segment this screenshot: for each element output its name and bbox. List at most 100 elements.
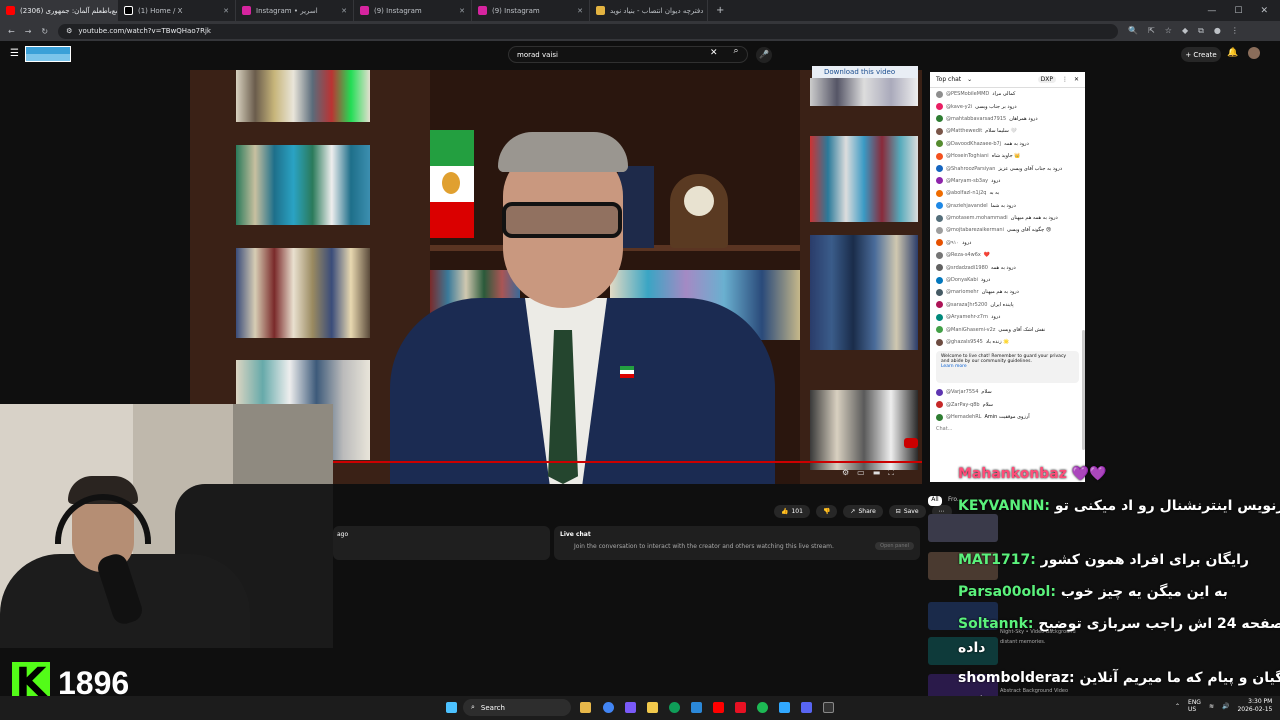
url-field[interactable]: ⚙ youtube.com/watch?v=TBwQHao7Rjk — [58, 23, 1119, 39]
chat-username[interactable]: @mariomehr — [946, 289, 979, 295]
notifications-bell-icon[interactable]: 🔔 — [1227, 48, 1238, 58]
install-icon[interactable]: ⇱ — [1148, 26, 1155, 36]
store-icon[interactable] — [691, 702, 702, 713]
chat-avatar[interactable] — [936, 301, 943, 309]
like-button[interactable]: 👍 101 — [774, 505, 810, 518]
theater-icon[interactable]: ▬ — [873, 468, 881, 478]
filter-all-chip[interactable]: All — [928, 496, 942, 506]
chat-avatar[interactable] — [936, 165, 943, 173]
zoom-icon[interactable]: 🔍 — [1128, 26, 1138, 36]
fullscreen-icon[interactable]: ⛶ — [888, 468, 894, 478]
close-window-icon[interactable]: ✕ — [1260, 6, 1268, 16]
tab-instagram-2[interactable]: (9) Instagram ✕ — [354, 0, 472, 21]
chat-avatar[interactable] — [936, 313, 943, 321]
maximize-icon[interactable]: ☐ — [1234, 6, 1242, 16]
youtube-app-icon[interactable] — [713, 702, 724, 713]
chat-username[interactable]: @Aryamehr-z7rn — [946, 314, 988, 320]
menu-icon[interactable]: ⋮ — [1231, 26, 1239, 36]
chat-username[interactable]: @srdadzadi1980 — [946, 265, 988, 271]
chat-username[interactable]: @mojtabarezaikermani — [946, 227, 1004, 233]
chat-username[interactable]: @motasem.mohammadi — [946, 215, 1008, 221]
tray-chevron-icon[interactable]: ⌃ — [1175, 703, 1180, 710]
download-video-banner[interactable]: Download this video — [812, 66, 918, 78]
recommended-thumb[interactable] — [928, 514, 998, 542]
recommended-title[interactable]: distant memories. — [1000, 639, 1046, 645]
chat-username[interactable]: @۹۱۰ — [946, 240, 959, 246]
chat-avatar[interactable] — [936, 388, 943, 396]
chat-username[interactable]: @Matthewedit — [946, 128, 982, 134]
taskbar-search[interactable]: ⌕ Search — [463, 699, 571, 716]
microphone-icon[interactable]: 🎤 — [756, 47, 772, 63]
chat-avatar[interactable] — [936, 264, 943, 272]
close-tab-icon[interactable]: ✕ — [223, 7, 229, 15]
create-button[interactable]: + Create — [1181, 47, 1221, 62]
terminal-icon[interactable] — [823, 702, 834, 713]
recommended-title[interactable]: Abstract Background Video — [1000, 688, 1068, 694]
extensions-puzzle-icon[interactable]: ⧉ — [1198, 26, 1204, 36]
avatar[interactable] — [1248, 47, 1260, 59]
minimize-icon[interactable]: — — [1207, 6, 1216, 16]
dislike-button[interactable]: 👎 — [815, 505, 838, 518]
tab-instagram-3[interactable]: (9) Instagram ✕ — [472, 0, 590, 21]
spotify-icon[interactable] — [757, 702, 768, 713]
top-chat-dropdown[interactable]: Top chat — [936, 76, 961, 83]
chat-username[interactable]: @ShahroozParsiyan — [946, 166, 995, 172]
search-icon[interactable]: ⌕ — [728, 46, 744, 63]
close-tab-icon[interactable]: ✕ — [577, 7, 583, 15]
chat-username[interactable]: @saraza[hr5200 — [946, 302, 987, 308]
chat-username[interactable]: @ManiGhasemi-v2z — [946, 327, 995, 333]
chat-username[interactable]: @kave-y2i — [946, 104, 972, 110]
volume-icon[interactable]: 🔊 — [1222, 703, 1229, 710]
close-tab-icon[interactable]: ✕ — [459, 7, 465, 15]
save-button[interactable]: ⊟ Save — [888, 505, 926, 518]
chat-scrollbar[interactable] — [1082, 330, 1085, 450]
app-icon[interactable] — [625, 702, 636, 713]
chat-avatar[interactable] — [936, 115, 943, 123]
close-tab-icon[interactable]: ✕ — [341, 7, 347, 15]
chat-avatar[interactable] — [936, 152, 943, 160]
chrome-icon[interactable] — [603, 702, 614, 713]
dxp-badge[interactable]: DXP — [1037, 76, 1056, 83]
chat-username[interactable]: @DonyaKabi — [946, 277, 978, 283]
back-icon[interactable]: ← — [8, 27, 15, 36]
more-options-icon[interactable]: ⋮ — [1062, 76, 1068, 83]
photoshop-icon[interactable] — [779, 702, 790, 713]
site-info-icon[interactable]: ⚙ — [66, 27, 72, 35]
tab-instagram-1[interactable]: Instagram • اسریر ✕ — [236, 0, 354, 21]
close-chat-icon[interactable]: ✕ — [1074, 76, 1079, 83]
file-explorer-icon[interactable] — [647, 702, 658, 713]
chat-username[interactable]: @PESMobileMMD — [946, 91, 989, 97]
tab-youtube[interactable]: جمع‌باطعلم آلمان: جمهوری (2306) ✕ — [0, 0, 118, 21]
chat-username[interactable]: @ghazals9545 — [946, 339, 983, 345]
windows-start-icon[interactable] — [446, 702, 457, 713]
chat-avatar[interactable] — [936, 127, 943, 135]
chat-username[interactable]: @abolfazl-n1j2q — [946, 190, 986, 196]
chat-username[interactable]: @Reza-s4w6x — [946, 252, 981, 258]
lang-indicator[interactable]: ENG US — [1188, 699, 1201, 713]
chat-avatar[interactable] — [936, 140, 943, 148]
settings-gear-icon[interactable]: ⚙ — [842, 468, 849, 478]
chat-username[interactable]: @Varjar7554 — [946, 389, 978, 395]
chat-avatar[interactable] — [936, 288, 943, 296]
chat-avatar[interactable] — [936, 338, 943, 346]
reload-icon[interactable]: ↻ — [41, 27, 48, 36]
chat-avatar[interactable] — [936, 326, 943, 334]
chat-avatar[interactable] — [936, 202, 943, 210]
forward-icon[interactable]: → — [25, 27, 32, 36]
chat-avatar[interactable] — [936, 103, 943, 111]
chat-username[interactable]: @HemadehRL — [946, 414, 981, 420]
chat-avatar[interactable] — [936, 189, 943, 197]
widgets-icon[interactable] — [580, 702, 591, 713]
learn-more-link[interactable]: Learn more — [941, 364, 967, 369]
channel-logo[interactable] — [25, 46, 71, 62]
clock[interactable]: 3:30 PM 2026-02-15 — [1237, 698, 1272, 714]
chat-avatar[interactable] — [936, 90, 943, 98]
chevron-down-icon[interactable]: ⌄ — [967, 76, 972, 83]
tab-document[interactable]: دفترچه دیوان انتصاب - بنیاد نوید ✕ — [590, 0, 708, 21]
open-panel-button[interactable]: Open panel — [875, 542, 914, 550]
chat-avatar[interactable] — [936, 177, 943, 185]
chat-avatar[interactable] — [936, 276, 943, 284]
tab-x[interactable]: (1) Home / X ✕ — [118, 0, 236, 21]
chat-avatar[interactable] — [936, 401, 943, 409]
chat-username[interactable]: @HoseinToghiani — [946, 153, 989, 159]
